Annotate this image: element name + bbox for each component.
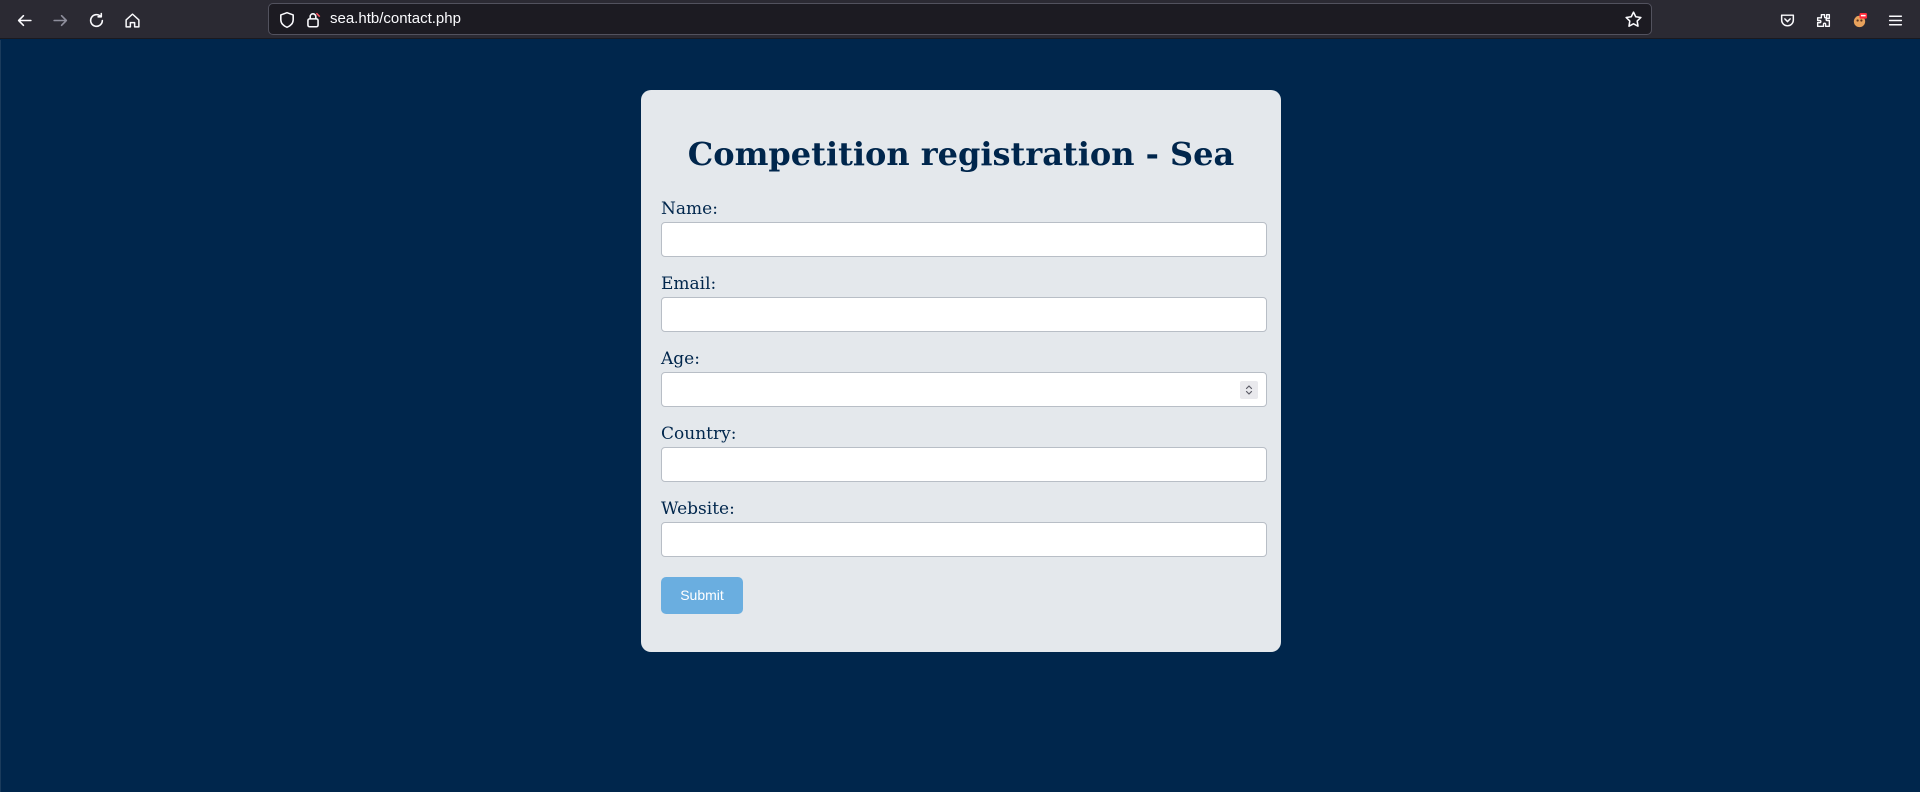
age-stepper[interactable] [1240, 381, 1258, 399]
website-field-group: Website: [661, 498, 1267, 557]
home-button[interactable] [117, 5, 147, 35]
shield-icon[interactable] [278, 11, 296, 29]
extensions-button[interactable] [1808, 5, 1838, 35]
email-input[interactable] [661, 297, 1267, 332]
lock-icon[interactable] [304, 11, 322, 29]
country-input[interactable] [661, 447, 1267, 482]
country-label: Country: [661, 424, 737, 444]
url-text[interactable]: sea.htb/contact.php [330, 4, 461, 34]
age-field-group: Age: [661, 348, 1267, 407]
pocket-button[interactable] [1772, 5, 1802, 35]
registration-form: Competition registration - Sea Name: Ema… [641, 90, 1281, 652]
email-label: Email: [661, 274, 717, 294]
country-field-group: Country: [661, 423, 1267, 482]
menu-button[interactable] [1880, 5, 1910, 35]
back-button[interactable] [9, 5, 39, 35]
email-field-group: Email: [661, 273, 1267, 332]
hamburger-menu-icon [1888, 15, 1902, 25]
back-arrow-icon [17, 14, 32, 26]
page-title: Competition registration - Sea [687, 135, 1235, 173]
name-label: Name: [661, 199, 718, 219]
pocket-icon [1780, 13, 1794, 27]
age-label: Age: [661, 349, 700, 369]
forward-arrow-icon [52, 14, 67, 26]
extensions-icon [1816, 13, 1830, 27]
forward-button[interactable] [45, 5, 75, 35]
submit-button[interactable]: Submit [661, 577, 743, 614]
home-icon [124, 12, 140, 28]
page-viewport: Competition registration - Sea Name: Ema… [0, 40, 1920, 792]
reload-button[interactable] [81, 5, 111, 35]
name-field-group: Name: [661, 198, 1267, 257]
age-input[interactable] [661, 372, 1267, 407]
browser-toolbar: sea.htb/contact.php [0, 0, 1920, 39]
stepper-arrows-icon [1245, 385, 1253, 395]
profile-button[interactable] [1844, 5, 1874, 35]
reload-icon [89, 12, 103, 27]
name-input[interactable] [661, 222, 1267, 257]
star-icon[interactable] [1624, 10, 1643, 29]
profile-icon [1853, 12, 1867, 27]
website-input[interactable] [661, 522, 1267, 557]
address-bar[interactable]: sea.htb/contact.php [268, 3, 1652, 35]
website-label: Website: [661, 499, 735, 519]
